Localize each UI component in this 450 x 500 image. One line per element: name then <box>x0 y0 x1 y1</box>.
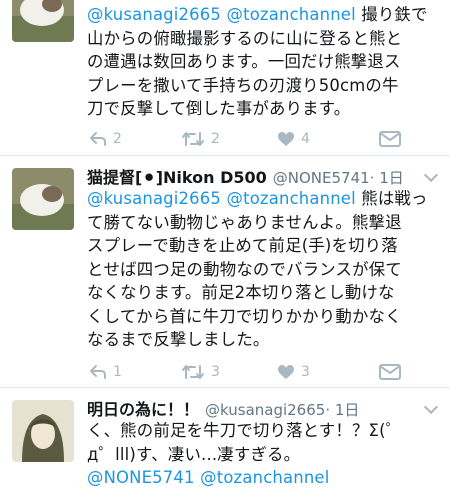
tweet-3[interactable]: 明日の為に！！ @kusanagi2665· 1日 く、熊の前足を牛刀で切り落とす… <box>0 388 450 500</box>
tweet-1[interactable]: @kusanagi2665 @tozanchannel 撮り鉄で 山からの俯瞰撮… <box>0 0 450 155</box>
tweet-text: @kusanagi2665 @tozanchannel 熊は戦っ て勝てない動物… <box>87 187 439 352</box>
reply-button[interactable]: 2 <box>89 128 122 150</box>
retweet-button[interactable]: 3 <box>181 361 220 383</box>
share-button[interactable] <box>379 128 401 150</box>
mention-link[interactable]: @tozanchannel <box>226 189 355 208</box>
tweet-actions: 2 2 4 <box>87 128 427 150</box>
reply-count: 2 <box>113 131 122 147</box>
tweet-2[interactable]: 猫提督[⚫]Nikon D500 @NONE5741· 1日 @kusanagi2… <box>0 156 450 387</box>
share-button[interactable] <box>379 361 401 383</box>
like-button[interactable]: 4 <box>277 128 310 150</box>
reply-icon <box>90 365 106 379</box>
heart-icon <box>278 132 294 146</box>
tweet-header: 猫提督[⚫]Nikon D500 @NONE5741· 1日 <box>87 164 439 188</box>
reply-button[interactable]: 1 <box>89 361 122 383</box>
retweet-button[interactable]: 2 <box>181 128 220 150</box>
tweet-text-content: く、熊の前足を牛刀で切り落とす！？Σ(゜ д゜lll)す、凄い...凄すぎる。 <box>87 421 403 464</box>
envelope-icon <box>379 364 401 380</box>
mention-link[interactable]: @kusanagi2665 <box>87 189 221 208</box>
chevron-down-icon[interactable] <box>423 167 439 183</box>
tweet-text: く、熊の前足を牛刀で切り落とす！？Σ(゜ д゜lll)す、凄い...凄すぎる。 <box>87 419 439 466</box>
timestamp[interactable]: · 1日 <box>370 169 404 187</box>
reply-icon <box>90 132 106 146</box>
user-handle[interactable]: @kusanagi2665 <box>205 401 325 419</box>
like-button[interactable]: 3 <box>277 361 310 383</box>
like-count: 3 <box>301 364 310 380</box>
avatar[interactable] <box>12 400 74 462</box>
mention-link[interactable]: @kusanagi2665 <box>87 5 221 24</box>
retweet-icon <box>182 132 204 146</box>
avatar[interactable] <box>12 0 74 42</box>
user-handle[interactable]: @NONE5741 <box>273 169 370 187</box>
mention-link[interactable]: @tozanchannel <box>200 468 329 487</box>
timestamp[interactable]: · 1日 <box>325 401 359 419</box>
chevron-down-icon[interactable] <box>423 399 439 415</box>
tweet-header: 明日の為に！！ @kusanagi2665· 1日 <box>87 396 439 420</box>
mention-link[interactable]: @tozanchannel <box>226 5 355 24</box>
tweet-text: @kusanagi2665 @tozanchannel 撮り鉄で 山からの俯瞰撮… <box>87 3 439 121</box>
mention-link[interactable]: @NONE5741 <box>87 468 195 487</box>
envelope-icon <box>379 131 401 147</box>
retweet-icon <box>182 365 204 379</box>
reply-count: 1 <box>113 364 122 380</box>
tweet-text-content: 熊は戦っ て勝てない動物じゃありませんよ。熊撃退 スプレーで動きを止めて前足(手… <box>87 189 428 349</box>
tweet-mentions: @NONE5741 @tozanchannel <box>87 466 439 490</box>
display-name[interactable]: 明日の為に！！ <box>87 400 199 419</box>
heart-icon <box>278 365 294 379</box>
tweet-actions: 1 3 3 <box>87 361 427 383</box>
retweet-count: 2 <box>211 131 220 147</box>
like-count: 4 <box>301 131 310 147</box>
retweet-count: 3 <box>211 364 220 380</box>
avatar[interactable] <box>12 168 74 230</box>
display-name[interactable]: 猫提督[⚫]Nikon D500 <box>87 168 267 187</box>
